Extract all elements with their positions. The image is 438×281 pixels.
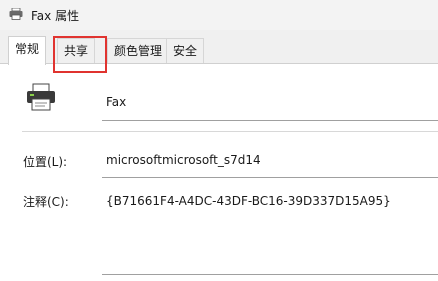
title-bar: Fax 属性	[0, 0, 438, 30]
window-title: Fax 属性	[31, 9, 80, 23]
printer-name-value: Fax	[106, 95, 127, 109]
divider	[22, 131, 438, 132]
printer-icon	[9, 8, 23, 20]
printer-name-field[interactable]: Fax	[102, 86, 438, 121]
tab-security[interactable]: 安全	[166, 38, 205, 64]
comment-value: {B71661F4-A4DC-43DF-BC16-39D337D15A95}	[106, 194, 391, 208]
location-field[interactable]: microsoftmicrosoft_s7d14	[102, 147, 438, 178]
printer-icon-large	[27, 83, 55, 111]
location-value: microsoftmicrosoft_s7d14	[106, 153, 261, 167]
sharing-tab-highlight	[53, 36, 107, 73]
comment-label: 注释(C):	[23, 195, 69, 209]
tab-general[interactable]: 常规	[8, 36, 47, 65]
location-label: 位置(L):	[23, 155, 68, 169]
comment-field[interactable]: {B71661F4-A4DC-43DF-BC16-39D337D15A95}	[102, 188, 438, 275]
tab-color-management[interactable]: 颜色管理	[107, 38, 170, 64]
